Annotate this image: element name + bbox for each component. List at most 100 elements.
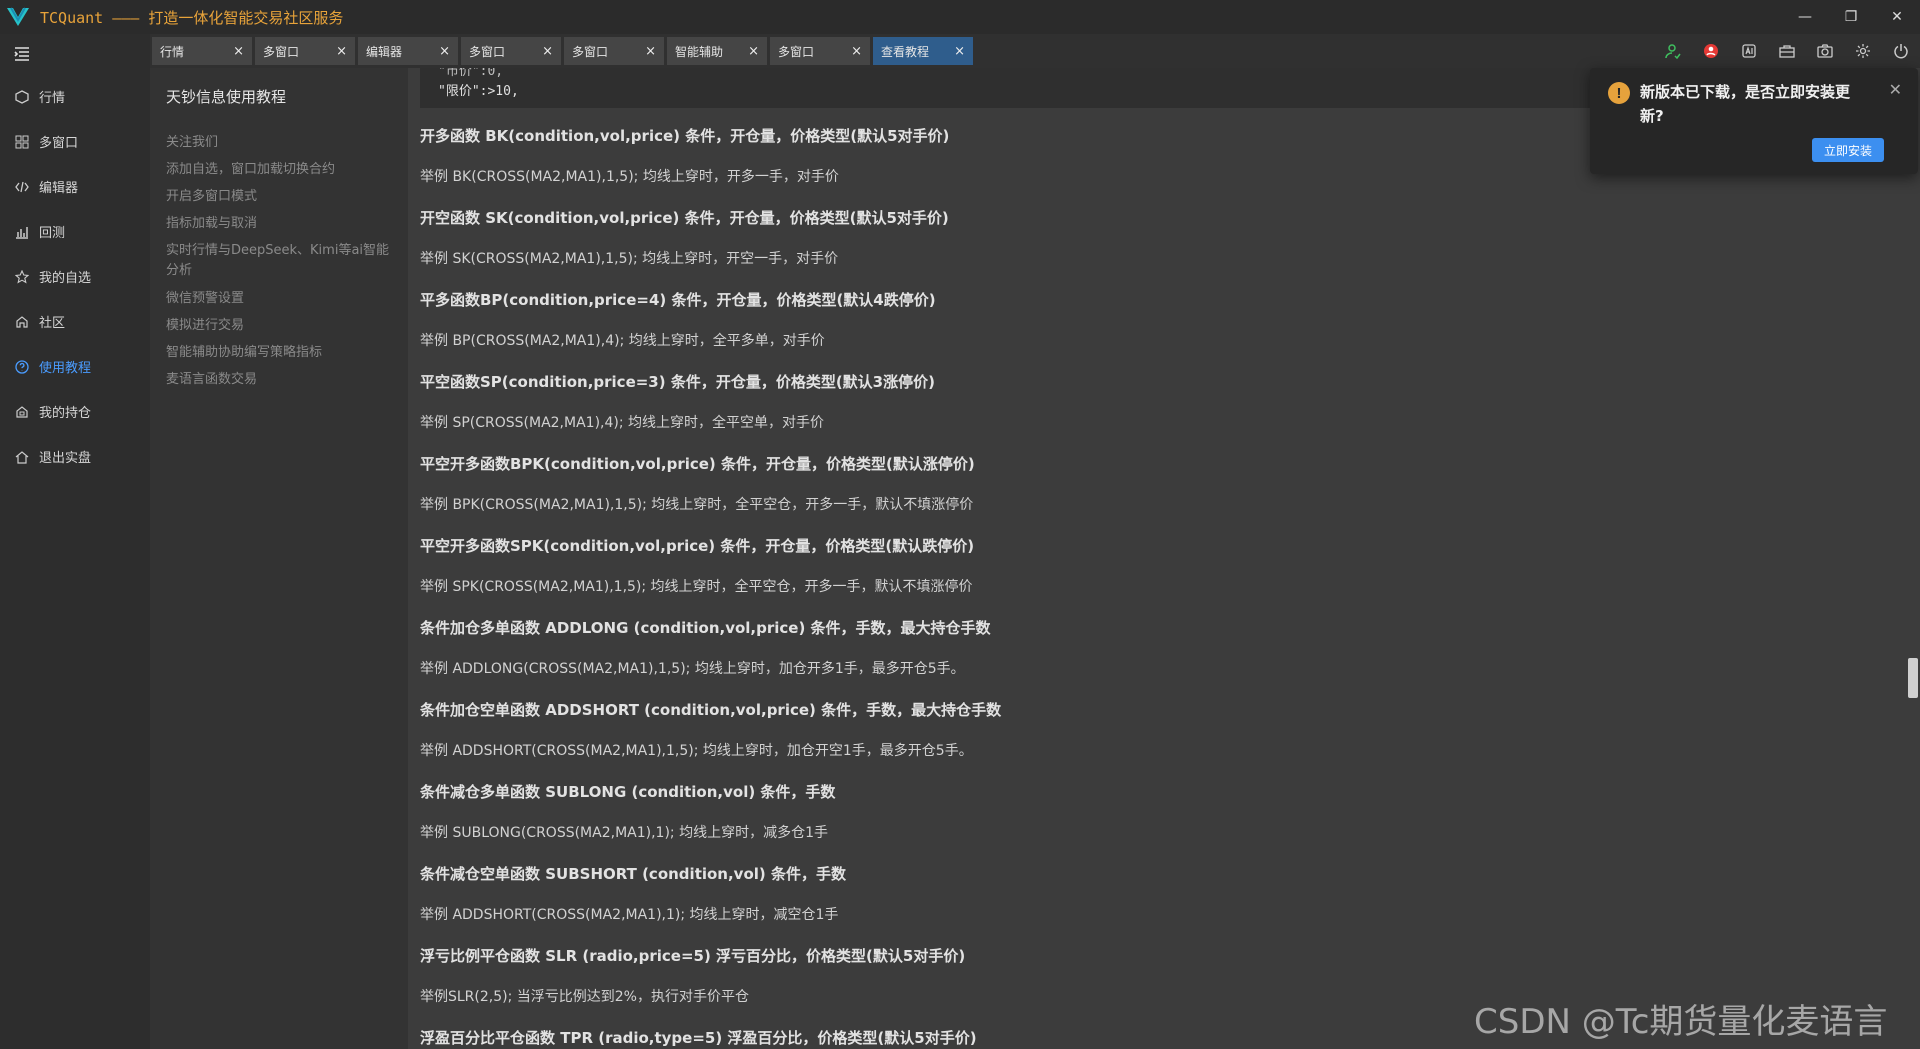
- tutorial-link[interactable]: 实时行情与DeepSeek、Kimi等ai智能分析: [166, 241, 392, 281]
- restore-icon[interactable]: ❐: [1828, 0, 1874, 34]
- close-tab-icon[interactable]: ×: [645, 44, 656, 59]
- nav-item-backtest[interactable]: 回测: [0, 209, 150, 254]
- account-alert-icon[interactable]: [1692, 34, 1730, 68]
- tab-label: 查看教程: [881, 44, 930, 59]
- nav-item-label: 我的自选: [39, 271, 92, 286]
- nav-item-community[interactable]: 社区: [0, 299, 150, 344]
- function-example: 举例 ADDSHORT(CROSS(MA2,MA1),1); 均线上穿时，减空仓…: [420, 907, 839, 923]
- function-example: 举例 SUBLONG(CROSS(MA2,MA1),1); 均线上穿时，减多仓1…: [420, 825, 828, 841]
- nav-item-label: 社区: [39, 316, 66, 331]
- scrollbar-thumb[interactable]: [1908, 658, 1918, 698]
- function-heading: 条件减仓多单函数 SUBLONG (condition,vol) 条件，手数: [420, 783, 836, 801]
- tab-smart-assist[interactable]: 智能辅助 ×: [667, 37, 767, 65]
- function-heading: 条件加仓空单函数 ADDSHORT (condition,vol,price) …: [420, 701, 1002, 719]
- function-example: 举例 SPK(CROSS(MA2,MA1),1,5); 均线上穿时，全平空仓，开…: [420, 579, 973, 595]
- tab-view-tutorial[interactable]: 查看教程 ×: [873, 37, 973, 65]
- install-now-button[interactable]: 立即安装: [1812, 138, 1884, 162]
- toolbar: [1654, 34, 1920, 68]
- app-window: TCQuant ——— 打造一体化智能交易社区服务 — ❐ ✕ 行情 多窗口 编…: [0, 0, 1920, 1049]
- nav-item-label: 退出实盘: [39, 451, 92, 466]
- help-icon: [14, 359, 30, 375]
- function-example: 举例 BPK(CROSS(MA2,MA1),1,5); 均线上穿时，全平空仓，开…: [420, 497, 974, 513]
- function-example: 举例 SP(CROSS(MA2,MA1),4); 均线上穿时，全平空单，对手价: [420, 415, 825, 431]
- minimize-icon[interactable]: —: [1782, 0, 1828, 34]
- close-tab-icon[interactable]: ×: [851, 44, 862, 59]
- tab-market[interactable]: 行情 ×: [152, 37, 252, 65]
- user-icon[interactable]: [1654, 34, 1692, 68]
- tab-bar: 行情 × 多窗口 × 编辑器 × 多窗口 × 多窗口 × 智能辅助 × 多窗口 × 查看教程 ×: [150, 34, 1920, 68]
- tutorial-content: "市价":0, "限价":>10, 开多函数 BK(condition,vol,…: [408, 68, 1908, 1049]
- function-example: 举例 ADDLONG(CROSS(MA2,MA1),1,5); 均线上穿时，加仓…: [420, 661, 965, 677]
- nav-item-tutorial[interactable]: 使用教程: [0, 344, 150, 389]
- toolbox-icon[interactable]: [1768, 34, 1806, 68]
- tab-editor[interactable]: 编辑器 ×: [358, 37, 458, 65]
- function-heading: 平多函数BP(condition,price=4) 条件，开仓量，价格类型(默认…: [420, 291, 936, 309]
- tab-multiwindow[interactable]: 多窗口 ×: [461, 37, 561, 65]
- app-title: TCQuant ——— 打造一体化智能交易社区服务: [40, 8, 344, 27]
- content-scrollbar[interactable]: [1906, 68, 1920, 1049]
- close-tab-icon[interactable]: ×: [233, 44, 244, 59]
- tab-multiwindow[interactable]: 多窗口 ×: [770, 37, 870, 65]
- close-tab-icon[interactable]: ×: [954, 44, 965, 59]
- code-icon: [14, 179, 30, 195]
- camera-icon[interactable]: [1806, 34, 1844, 68]
- menu-toggle-icon[interactable]: [0, 34, 150, 74]
- close-tab-icon[interactable]: ×: [748, 44, 759, 59]
- nav-item-label: 使用教程: [39, 361, 92, 376]
- tutorial-sidebar: 天钞信息使用教程 关注我们 添加自选，窗口加载切换合约 开启多窗口模式 指标加载…: [150, 68, 408, 1049]
- home-icon: [14, 449, 30, 465]
- settings-icon[interactable]: [1844, 34, 1882, 68]
- function-heading: 开空函数 SK(condition,vol,price) 条件，开仓量，价格类型…: [420, 209, 949, 227]
- notification-message: 新版本已下载，是否立即安装更新?: [1640, 83, 1851, 125]
- tutorial-link[interactable]: 关注我们: [166, 129, 392, 156]
- function-list: 开多函数 BK(condition,vol,price) 条件，开仓量，价格类型…: [420, 124, 1720, 1049]
- function-heading: 开多函数 BK(condition,vol,price) 条件，开仓量，价格类型…: [420, 127, 950, 145]
- close-tab-icon[interactable]: ×: [542, 44, 553, 59]
- title-bar: TCQuant ——— 打造一体化智能交易社区服务 — ❐ ✕: [0, 0, 1920, 34]
- window-controls: — ❐ ✕: [1782, 0, 1920, 34]
- close-tab-icon[interactable]: ×: [439, 44, 450, 59]
- nav-item-label: 编辑器: [39, 181, 79, 196]
- code-line: "限价":>10,: [438, 84, 519, 99]
- market-icon: [14, 89, 30, 105]
- tutorial-link[interactable]: 微信预警设置: [166, 285, 392, 312]
- position-icon: [14, 404, 30, 420]
- close-icon[interactable]: ✕: [1889, 80, 1902, 99]
- power-icon[interactable]: [1882, 34, 1920, 68]
- tutorial-link[interactable]: 模拟进行交易: [166, 312, 392, 339]
- tab-label: 多窗口: [469, 44, 506, 59]
- nav-item-label: 多窗口: [39, 136, 79, 151]
- grid-icon: [14, 134, 30, 150]
- tutorial-link[interactable]: 添加自选，窗口加载切换合约: [166, 156, 392, 183]
- tab-multiwindow[interactable]: 多窗口 ×: [255, 37, 355, 65]
- nav-item-market[interactable]: 行情: [0, 74, 150, 119]
- tab-label: 智能辅助: [675, 44, 724, 59]
- app-logo-icon: [0, 0, 36, 34]
- close-icon[interactable]: ✕: [1874, 0, 1920, 34]
- function-heading: 平空开多函数BPK(condition,vol,price) 条件，开仓量，价格…: [420, 455, 975, 473]
- tutorial-link[interactable]: 麦语言函数交易: [166, 366, 392, 393]
- function-heading: 条件减仓空单函数 SUBSHORT (condition,vol) 条件，手数: [420, 865, 846, 883]
- nav-item-label: 我的持仓: [39, 406, 92, 421]
- nav-item-multiwindow[interactable]: 多窗口: [0, 119, 150, 164]
- function-heading: 平空开多函数SPK(condition,vol,price) 条件，开仓量，价格…: [420, 537, 975, 555]
- main-nav: 行情 多窗口 编辑器 回测 我的自选 社区 使用教程 我的持仓 退出实盘: [0, 34, 150, 1049]
- tutorial-title: 天钞信息使用教程: [166, 88, 287, 106]
- tab-multiwindow[interactable]: 多窗口 ×: [564, 37, 664, 65]
- nav-item-watchlist[interactable]: 我的自选: [0, 254, 150, 299]
- nav-item-editor[interactable]: 编辑器: [0, 164, 150, 209]
- tab-label: 编辑器: [366, 44, 403, 59]
- star-icon: [14, 269, 30, 285]
- function-example: 举例 ADDSHORT(CROSS(MA2,MA1),1,5); 均线上穿时，加…: [420, 743, 973, 759]
- watermark: CSDN @Tc期货量化麦语言: [1474, 1002, 1888, 1042]
- tutorial-link[interactable]: 指标加载与取消: [166, 210, 392, 237]
- function-example: 举例 SK(CROSS(MA2,MA1),1,5); 均线上穿时，开空一手，对手…: [420, 251, 839, 267]
- nav-item-positions[interactable]: 我的持仓: [0, 389, 150, 434]
- close-tab-icon[interactable]: ×: [336, 44, 347, 59]
- tutorial-link[interactable]: 开启多窗口模式: [166, 183, 392, 210]
- tab-label: 行情: [160, 44, 185, 59]
- tutorial-link[interactable]: 智能辅助协助编写策略指标: [166, 339, 392, 366]
- ai-icon[interactable]: [1730, 34, 1768, 68]
- nav-item-exit-live[interactable]: 退出实盘: [0, 434, 150, 479]
- function-heading: 浮亏比例平仓函数 SLR (radio,price=5) 浮亏百分比，价格类型(…: [420, 947, 966, 965]
